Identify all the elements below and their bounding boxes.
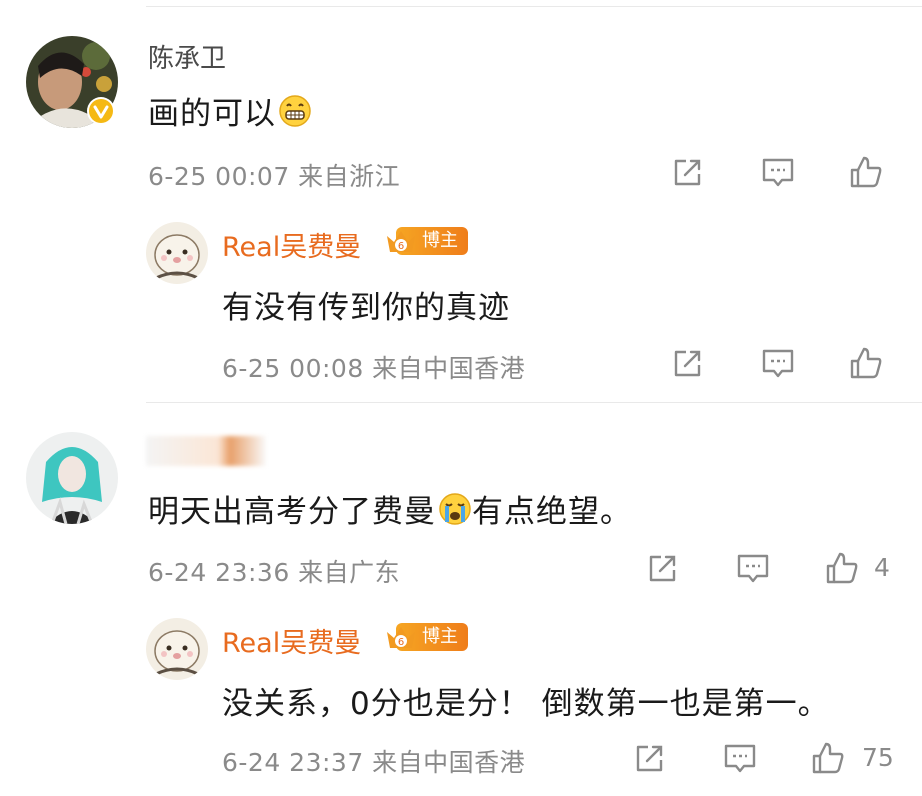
comment-text: 画的可以 bbox=[148, 88, 312, 136]
comment-meta: 6-24 23:36 来自广东 bbox=[148, 558, 401, 587]
like-count: 75 bbox=[862, 743, 894, 772]
reply-button[interactable] bbox=[758, 152, 798, 192]
blogger-badge: 6 博主 bbox=[384, 226, 468, 256]
thumbs-up-icon bbox=[850, 347, 882, 379]
like-button[interactable] bbox=[822, 548, 862, 588]
reply-username[interactable]: Real吴费曼 bbox=[222, 225, 361, 264]
reply-button[interactable] bbox=[758, 343, 798, 383]
share-button[interactable] bbox=[643, 548, 683, 588]
comment-text-body: 画的可以 bbox=[148, 96, 276, 132]
share-icon bbox=[674, 159, 701, 186]
comment-icon bbox=[737, 554, 769, 583]
top-divider bbox=[146, 6, 922, 7]
comment-icon bbox=[724, 744, 756, 773]
like-button[interactable] bbox=[808, 738, 848, 778]
verified-icon bbox=[86, 96, 116, 126]
reply-button[interactable] bbox=[720, 738, 760, 778]
crown-icon: 6 bbox=[387, 627, 415, 648]
share-icon bbox=[649, 555, 676, 582]
comment-icon bbox=[762, 158, 794, 187]
comment-text: 明天出高考分了费曼 有点绝望。 bbox=[148, 486, 632, 534]
crying-emoji-icon bbox=[438, 492, 472, 534]
thumbs-up-icon bbox=[850, 156, 882, 188]
avatar[interactable] bbox=[26, 432, 118, 524]
comment-username[interactable]: 陈承卫 bbox=[148, 38, 226, 75]
comment-meta: 6-25 00:07 来自浙江 bbox=[148, 162, 401, 191]
share-button[interactable] bbox=[630, 738, 670, 778]
thumbs-up-icon bbox=[826, 552, 858, 584]
share-icon bbox=[674, 350, 701, 377]
share-button[interactable] bbox=[668, 343, 708, 383]
thumbs-up-icon bbox=[812, 742, 844, 774]
reply-avatar[interactable] bbox=[146, 222, 208, 284]
reply-avatar[interactable] bbox=[146, 618, 208, 680]
comment-divider bbox=[146, 402, 922, 403]
reply-text: 没关系，0分也是分！ 倒数第一也是第一。 bbox=[222, 686, 830, 722]
reply-button[interactable] bbox=[733, 548, 773, 588]
like-button[interactable] bbox=[846, 343, 886, 383]
blurred-username[interactable] bbox=[146, 436, 266, 466]
like-button[interactable] bbox=[846, 152, 886, 192]
badge-level: 6 bbox=[398, 241, 404, 252]
like-count: 4 bbox=[874, 553, 890, 582]
badge-level: 6 bbox=[398, 637, 404, 648]
grin-emoji-icon bbox=[278, 94, 312, 136]
crown-icon: 6 bbox=[387, 231, 415, 252]
reply-meta: 6-24 23:37 来自中国香港 bbox=[222, 748, 526, 777]
comment-text-after: 有点绝望。 bbox=[472, 494, 632, 530]
share-icon bbox=[636, 745, 663, 772]
reply-meta: 6-25 00:08 来自中国香港 bbox=[222, 354, 526, 383]
blogger-badge: 6 博主 bbox=[384, 622, 468, 652]
comment-text-before: 明天出高考分了费曼 bbox=[148, 494, 436, 530]
reply-username[interactable]: Real吴费曼 bbox=[222, 621, 361, 660]
comment-icon bbox=[762, 349, 794, 378]
share-button[interactable] bbox=[668, 152, 708, 192]
reply-text: 有没有传到你的真迹 bbox=[222, 290, 510, 326]
